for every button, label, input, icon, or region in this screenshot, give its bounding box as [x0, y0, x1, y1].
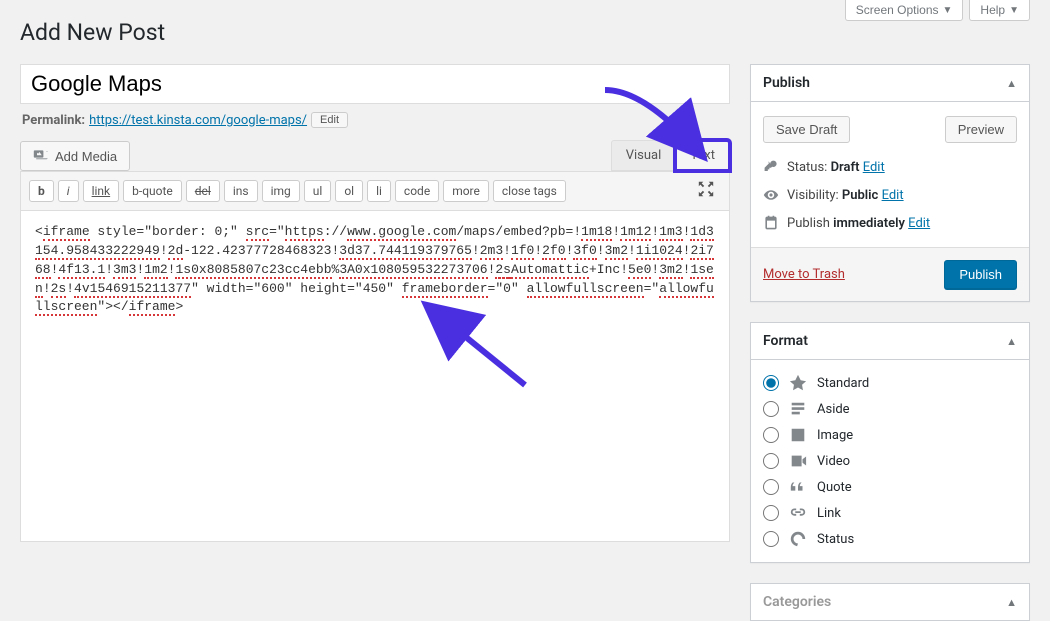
- format-option-image[interactable]: Image: [763, 422, 1017, 448]
- format-option-quote[interactable]: Quote: [763, 474, 1017, 500]
- qt-ul-button[interactable]: ul: [304, 180, 332, 202]
- move-trash-link[interactable]: Move to Trash: [763, 267, 845, 282]
- edit-status-link[interactable]: Edit: [863, 160, 885, 175]
- save-draft-button[interactable]: Save Draft: [763, 116, 850, 143]
- qt-ins-button[interactable]: ins: [224, 180, 258, 202]
- format-title: Format: [763, 333, 808, 349]
- format-label: Standard: [817, 376, 869, 391]
- video-icon: [789, 452, 807, 470]
- status-icon: [789, 530, 807, 548]
- permalink-url[interactable]: https://test.kinsta.com/google-maps/: [89, 113, 307, 128]
- qt-del-button[interactable]: del: [186, 180, 220, 202]
- screen-options-button[interactable]: Screen Options ▼: [845, 0, 964, 21]
- quote-icon: [789, 478, 807, 496]
- format-option-standard[interactable]: Standard: [763, 370, 1017, 396]
- categories-box: Categories ▲: [750, 583, 1030, 621]
- chevron-down-icon: ▼: [943, 5, 953, 16]
- post-title-input[interactable]: [20, 64, 730, 104]
- format-radio[interactable]: [763, 427, 779, 443]
- edit-schedule-link[interactable]: Edit: [908, 216, 930, 231]
- image-icon: [789, 426, 807, 444]
- qt-ol-button[interactable]: ol: [335, 180, 363, 202]
- qt-closetags-button[interactable]: close tags: [493, 180, 566, 202]
- edit-visibility-link[interactable]: Edit: [882, 188, 904, 203]
- add-media-button[interactable]: Add Media: [20, 141, 130, 171]
- format-option-video[interactable]: Video: [763, 448, 1017, 474]
- permalink-label: Permalink:: [22, 113, 85, 128]
- key-icon: [763, 159, 779, 175]
- media-icon: [33, 148, 49, 164]
- eye-icon: [763, 187, 779, 203]
- format-radio[interactable]: [763, 479, 779, 495]
- format-box: Format ▲ Standard Aside Image Video Quote Lin…: [750, 322, 1030, 563]
- tab-visual[interactable]: Visual: [611, 140, 676, 171]
- format-radio[interactable]: [763, 505, 779, 521]
- publish-button[interactable]: Publish: [944, 260, 1017, 289]
- format-label: Link: [817, 506, 841, 521]
- quicktags-toolbar: b i link b-quote del ins img ul ol li co…: [21, 172, 729, 211]
- qt-bold-button[interactable]: b: [29, 180, 54, 202]
- format-label: Image: [817, 428, 853, 443]
- tab-text[interactable]: Text: [675, 140, 730, 171]
- preview-button[interactable]: Preview: [945, 116, 1017, 143]
- pin-icon: [789, 374, 807, 392]
- qt-more-button[interactable]: more: [443, 180, 489, 202]
- format-radio[interactable]: [763, 531, 779, 547]
- collapse-icon[interactable]: ▲: [1006, 596, 1017, 609]
- aside-icon: [789, 400, 807, 418]
- collapse-icon[interactable]: ▲: [1006, 77, 1017, 90]
- qt-bquote-button[interactable]: b-quote: [123, 180, 182, 202]
- chevron-down-icon: ▼: [1009, 5, 1019, 16]
- qt-img-button[interactable]: img: [262, 180, 300, 202]
- format-radio[interactable]: [763, 453, 779, 469]
- format-radio[interactable]: [763, 401, 779, 417]
- calendar-icon: [763, 215, 779, 231]
- format-label: Status: [817, 532, 854, 547]
- link-icon: [789, 504, 807, 522]
- qt-li-button[interactable]: li: [367, 180, 391, 202]
- format-option-link[interactable]: Link: [763, 500, 1017, 526]
- qt-italic-button[interactable]: i: [58, 180, 79, 202]
- help-button[interactable]: Help ▼: [969, 0, 1030, 21]
- editor-textarea[interactable]: <iframe style="border: 0;" src="https://…: [21, 211, 729, 541]
- format-option-aside[interactable]: Aside: [763, 396, 1017, 422]
- format-label: Aside: [817, 402, 850, 417]
- categories-title: Categories: [763, 594, 831, 610]
- edit-permalink-button[interactable]: Edit: [311, 112, 348, 128]
- format-label: Video: [817, 454, 850, 469]
- publish-title: Publish: [763, 75, 810, 91]
- format-label: Quote: [817, 480, 852, 495]
- qt-code-button[interactable]: code: [395, 180, 439, 202]
- publish-box: Publish ▲ Save Draft Preview Status: Dra…: [750, 64, 1030, 302]
- format-option-status[interactable]: Status: [763, 526, 1017, 552]
- collapse-icon[interactable]: ▲: [1006, 335, 1017, 348]
- format-radio[interactable]: [763, 375, 779, 391]
- qt-link-button[interactable]: link: [83, 180, 120, 202]
- fullscreen-icon[interactable]: [691, 178, 721, 204]
